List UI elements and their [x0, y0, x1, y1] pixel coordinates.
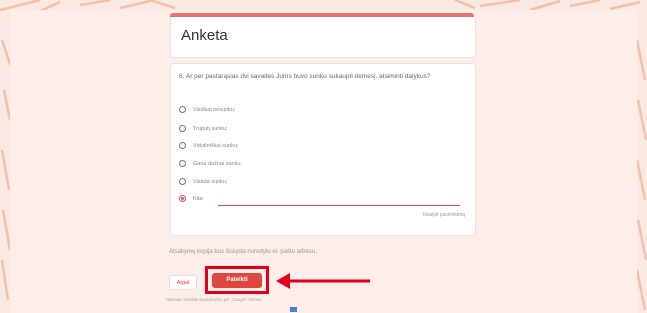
- option-visiskai-nesunku[interactable]: Visiškai nesunku;: [179, 104, 235, 115]
- radio-button[interactable]: [179, 160, 186, 167]
- other-text-input[interactable]: [218, 196, 460, 206]
- option-label: Truputį sunku;: [193, 125, 228, 132]
- option-vidutiniskai-sunku[interactable]: Vidutiniškai sunku;: [179, 140, 238, 151]
- back-button[interactable]: Atgal: [169, 275, 197, 290]
- title-card: Anketa: [170, 17, 476, 58]
- form-title: Anketa: [181, 27, 228, 44]
- option-label: Visiškai nesunku;: [193, 106, 236, 113]
- option-truputi-sunku[interactable]: Truputį sunku;: [179, 123, 228, 134]
- option-label: Kita:: [193, 195, 205, 202]
- radio-button[interactable]: [179, 106, 186, 113]
- option-visada-sunku[interactable]: Visada sunku;: [179, 176, 227, 187]
- option-label: Vidutiniškai sunku;: [193, 142, 239, 149]
- radio-button[interactable]: [179, 142, 186, 149]
- option-label: Visada sunku;: [193, 178, 228, 185]
- option-gana-dazniai-sunku[interactable]: Gana dažnai sunku;: [179, 158, 242, 169]
- password-warning-note: Niekada neteikite slaptažodžių per „Goog…: [166, 297, 263, 302]
- question-card: 6. Ar per pastarąsias dvi savaites Jums …: [170, 63, 476, 236]
- radio-button[interactable]: [179, 178, 186, 185]
- pointer-arrow-icon: [276, 273, 370, 289]
- option-label: Gana dažnai sunku;: [193, 160, 242, 167]
- response-copy-note: Atsakymų kopija bus išsiųsta nurodytu el…: [169, 249, 317, 255]
- option-kita[interactable]: Kita:: [179, 193, 204, 204]
- google-logo-icon: [290, 307, 297, 312]
- clear-selection-link[interactable]: Išvalyti pasirinkimą: [423, 212, 465, 218]
- submit-button[interactable]: Pateikti: [212, 273, 262, 288]
- question-text: 6. Ar per pastarąsias dvi savaites Jums …: [179, 73, 431, 80]
- radio-button[interactable]: [179, 125, 186, 132]
- radio-button-selected[interactable]: [179, 195, 186, 202]
